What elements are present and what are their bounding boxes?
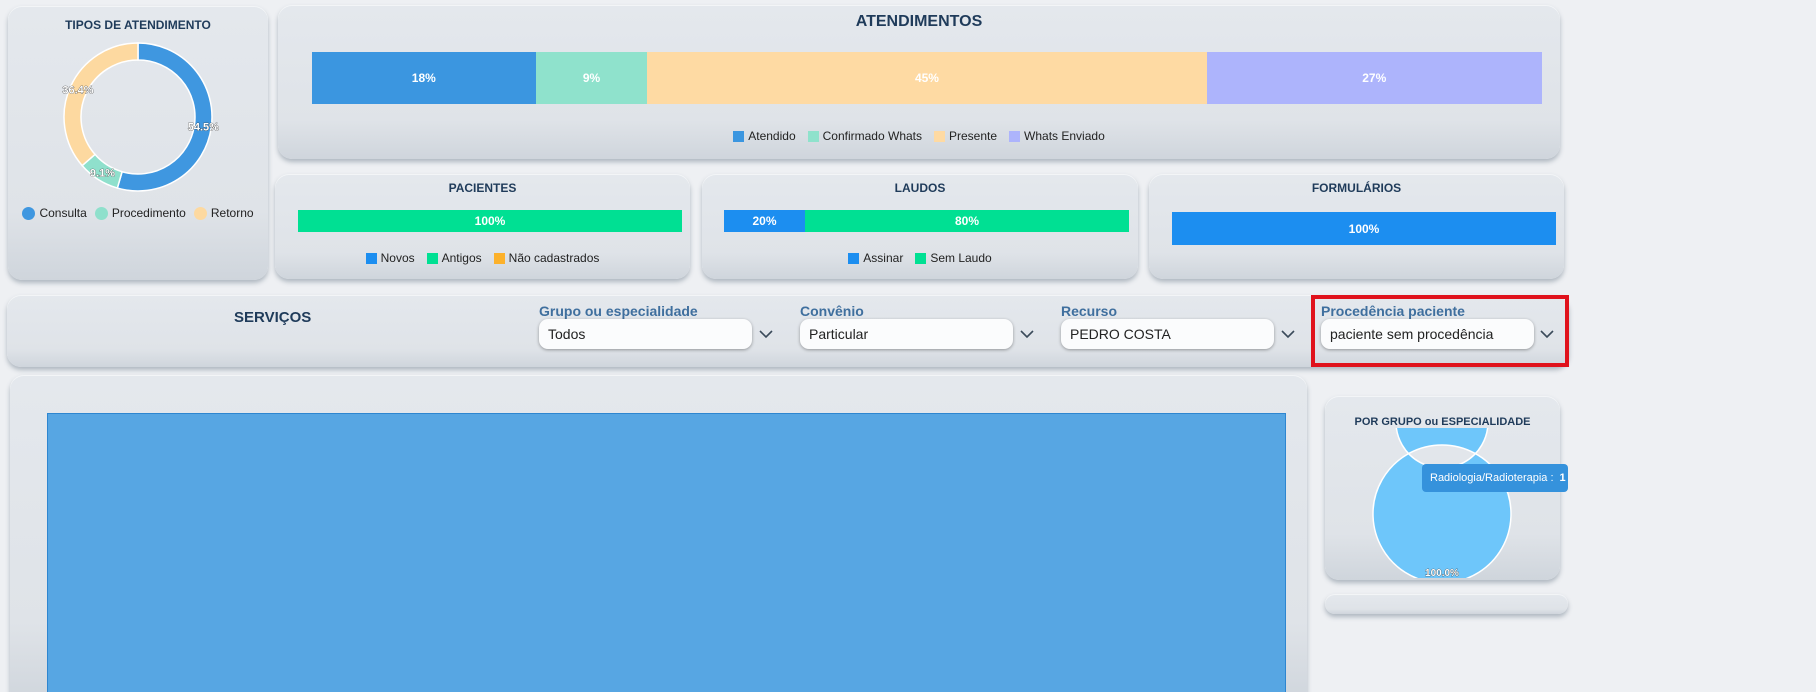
legend-swatch: [493, 252, 505, 264]
tipos-slice-label: 54.5%: [188, 121, 219, 133]
legend-swatch: [848, 252, 860, 264]
atendimentos-legend-item-atendido[interactable]: Atendido: [733, 129, 796, 143]
pacientes-stacked-bar: 100%: [298, 210, 682, 232]
tipos-slice-label: 9.1%: [90, 168, 115, 180]
por-grupo-slice-label: 100.0%: [1425, 568, 1459, 578]
pacientes-title: PACIENTES: [448, 181, 517, 195]
legend-swatch: [733, 130, 745, 142]
next-card-edge: [1325, 594, 1568, 614]
legend-label: Retorno: [210, 206, 254, 220]
legend-label: Procedimento: [111, 206, 186, 220]
servicos-title: SERVIÇOS: [234, 309, 312, 326]
convenio-label: Convênio: [800, 303, 864, 319]
legend-swatch: [193, 206, 207, 220]
legend-label: Whats Enviado: [1024, 129, 1105, 143]
legend-label: Novos: [380, 251, 415, 265]
procedencia-label: Procedência paciente: [1321, 303, 1465, 319]
atendimentos-segment-confirmado-whats[interactable]: 9%: [535, 52, 648, 104]
recurso-label: Recurso: [1061, 303, 1118, 319]
laudos-legend: Assinar Sem Laudo: [702, 251, 1138, 265]
legend-label: Confirmado Whats: [822, 129, 922, 143]
formularios-segment-label: 100%: [1348, 221, 1380, 236]
atendimentos-legend-item-presente[interactable]: Presente: [934, 129, 997, 143]
laudos-segment-label: 80%: [954, 214, 980, 228]
laudos-title: LAUDOS: [894, 181, 946, 195]
grupo-especialidade-select[interactable]: Todos: [539, 319, 752, 349]
tooltip-value: 1: [1559, 472, 1566, 484]
laudos-segment-sem-laudo[interactable]: 80%: [805, 210, 1129, 232]
legend-swatch: [807, 130, 819, 142]
pacientes-segment-label: 100%: [474, 214, 506, 228]
atendimentos-segment-label: 18%: [411, 71, 436, 85]
atendimentos-legend-item-whats-enviado[interactable]: Whats Enviado: [1009, 129, 1105, 143]
formularios-card: FORMULÁRIOS 100%: [1149, 174, 1564, 279]
procedencia-select[interactable]: paciente sem procedência: [1321, 319, 1534, 349]
convenio-select[interactable]: Particular: [800, 319, 1013, 349]
tipos-legend: Consulta Procedimento Retorno: [8, 206, 268, 220]
atendimentos-legend-item-confirmado-whats[interactable]: Confirmado Whats: [807, 129, 922, 143]
atendimentos-card: ATENDIMENTOS 18% 9% 45% 27% Atendido Confirm…: [278, 5, 1560, 159]
tipos-atendimento-title: TIPOS DE ATENDIMENTO: [65, 18, 211, 32]
atendimentos-segment-atendido[interactable]: 18%: [312, 52, 536, 104]
legend-label: Consulta: [39, 206, 87, 220]
por-grupo-title: POR GRUPO ou ESPECIALIDADE: [1354, 416, 1531, 428]
servicos-chart-card: [10, 375, 1307, 692]
tipos-atendimento-card: TIPOS DE ATENDIMENTO 54.5% 9.1% 36.4% Cons…: [8, 6, 268, 280]
formularios-title: FORMULÁRIOS: [1311, 181, 1402, 195]
tipos-slice-consulta[interactable]: [116, 42, 213, 192]
recurso-chevron-down-icon[interactable]: [1278, 324, 1298, 344]
laudos-segment-label: 20%: [752, 214, 777, 228]
laudos-legend-item-assinar[interactable]: Assinar: [848, 251, 903, 265]
por-grupo-slice-radiologia-radioterapia[interactable]: [1372, 428, 1512, 578]
legend-label: Assinar: [863, 251, 904, 265]
laudos-segment-assinar[interactable]: 20%: [724, 210, 805, 232]
legend-label: Sem Laudo: [930, 251, 992, 265]
legend-swatch: [22, 206, 36, 220]
legend-swatch: [934, 130, 945, 142]
atendimentos-segment-label: 45%: [914, 71, 939, 85]
legend-swatch: [426, 252, 438, 264]
grupo-especialidade-chevron-down-icon[interactable]: [756, 324, 776, 344]
legend-swatch: [1009, 130, 1021, 142]
por-grupo-tooltip: Radiologia/Radioterapia : 1: [1422, 464, 1568, 492]
tipos-legend-item-retorno[interactable]: Retorno: [193, 206, 254, 220]
procedencia-chevron-down-icon[interactable]: [1537, 324, 1557, 344]
tipos-donut-chart: 54.5% 9.1% 36.4%: [62, 42, 219, 192]
pacientes-legend: Novos Antigos Não cadastrados: [275, 251, 690, 265]
atendimentos-title: ATENDIMENTOS: [855, 13, 983, 30]
atendimentos-segment-whats-enviado[interactable]: 27%: [1206, 52, 1542, 104]
servicos-bar[interactable]: [47, 413, 1286, 692]
pacientes-legend-item-nao-cadastrados[interactable]: Não cadastrados: [493, 251, 600, 265]
por-grupo-donut-chart: 100.0%: [1372, 428, 1512, 578]
legend-swatch: [94, 206, 108, 220]
pacientes-card: PACIENTES 100% Novos Antigos Não cadastrad…: [275, 174, 690, 279]
legend-label: Atendido: [748, 129, 796, 143]
legend-label: Antigos: [441, 251, 482, 265]
laudos-stacked-bar: 20% 80%: [724, 210, 1129, 232]
tipos-legend-item-consulta[interactable]: Consulta: [22, 206, 87, 220]
tipos-legend-item-procedimento[interactable]: Procedimento: [94, 206, 186, 220]
pacientes-legend-item-antigos[interactable]: Antigos: [426, 251, 482, 265]
tipos-slice-retorno[interactable]: [63, 42, 139, 167]
legend-label: Não cadastrados: [508, 251, 600, 265]
atendimentos-legend: Atendido Confirmado Whats Presente Whats En…: [278, 129, 1560, 143]
tipos-slice-label: 36.4%: [62, 85, 93, 97]
atendimentos-segment-label: 9%: [582, 71, 601, 85]
grupo-especialidade-label: Grupo ou especialidade: [539, 303, 698, 319]
pacientes-legend-item-novos[interactable]: Novos: [365, 251, 415, 265]
legend-swatch: [915, 252, 927, 264]
legend-swatch: [365, 252, 377, 264]
formularios-segment-blank[interactable]: 100%: [1172, 212, 1556, 245]
convenio-chevron-down-icon[interactable]: [1017, 324, 1037, 344]
tooltip-label: Radiologia/Radioterapia :: [1430, 472, 1554, 484]
legend-label: Presente: [949, 129, 998, 143]
atendimentos-stacked-bar: 18% 9% 45% 27%: [312, 52, 1542, 104]
laudos-legend-item-sem-laudo[interactable]: Sem Laudo: [915, 251, 992, 265]
recurso-select[interactable]: PEDRO COSTA: [1061, 319, 1274, 349]
atendimentos-segment-presente[interactable]: 45%: [647, 52, 1207, 104]
atendimentos-segment-label: 27%: [1362, 71, 1387, 85]
pacientes-segment-antigos[interactable]: 100%: [298, 210, 682, 232]
formularios-stacked-bar: 100%: [1172, 212, 1556, 245]
laudos-card: LAUDOS 20% 80% Assinar Sem Laudo: [702, 174, 1138, 279]
